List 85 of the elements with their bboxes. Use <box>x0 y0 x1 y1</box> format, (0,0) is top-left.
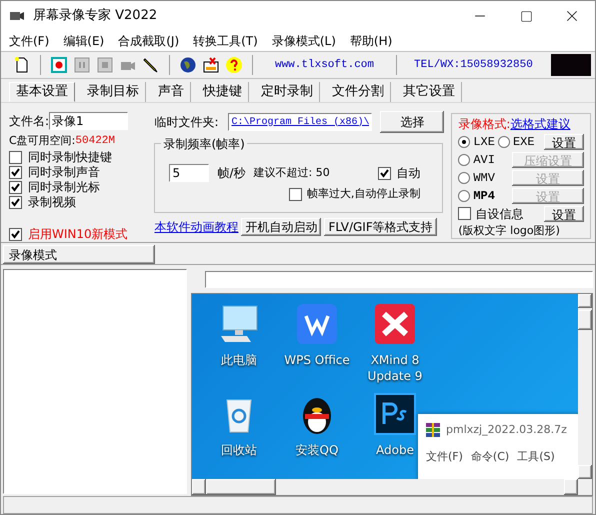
document-app-icon <box>295 302 339 346</box>
menu-item[interactable]: 合成截取(J) <box>118 32 180 50</box>
menu-item[interactable]: 文件(F) <box>9 32 50 50</box>
checkbox[interactable] <box>288 188 302 201</box>
tutorial-link[interactable]: 本软件动画教程 <box>154 218 238 236</box>
tab[interactable]: 定时录制 <box>255 82 320 102</box>
contact-text: TEL/WX:15058932850 <box>414 58 533 73</box>
pause-icon[interactable] <box>73 56 91 74</box>
button[interactable]: 设置 <box>544 134 584 150</box>
desktop-icon-label: Adobe <box>376 442 414 458</box>
checkbox-label: 同时录制声音 <box>28 164 100 181</box>
help-icon[interactable] <box>225 56 243 74</box>
temp-folder-label: 临时文件夹: <box>154 114 220 131</box>
checkbox-label: 帧率过大,自动停止录制 <box>306 186 420 202</box>
menu-item[interactable]: 帮助(H) <box>350 32 392 50</box>
checkbox-label: 自设信息 <box>475 206 524 222</box>
tab[interactable]: 其它设置 <box>397 82 462 102</box>
film-camera-icon <box>9 9 25 23</box>
tab[interactable]: 文件分割 <box>326 82 391 102</box>
checkbox[interactable] <box>378 166 392 180</box>
radio-button[interactable] <box>458 172 470 184</box>
tab[interactable]: 录像模式 <box>3 245 155 264</box>
checkbox-label: 自动 <box>396 165 420 182</box>
picture-icon[interactable] <box>202 56 220 74</box>
cross-app-icon <box>373 302 417 346</box>
radio-button[interactable] <box>458 190 470 202</box>
format-title: 录像格式: <box>458 116 510 133</box>
image-editor-icon <box>373 392 417 436</box>
checkbox[interactable] <box>9 228 22 240</box>
desktop-icon-label: WPS Office <box>284 352 350 368</box>
checkbox-label: 同时录制光标 <box>28 179 100 196</box>
button[interactable]: 开机自动启动 <box>241 218 322 236</box>
website-text: www.tlxsoft.com <box>274 58 376 73</box>
globe-icon[interactable] <box>179 56 197 74</box>
group-title: 录制频率(帧率) <box>161 135 247 153</box>
tab[interactable]: 基本设置 <box>9 82 75 102</box>
checkbox-label: 录制视频 <box>28 194 76 211</box>
format-label: AVI <box>473 152 495 168</box>
hint-text: 建议不超过: 50 <box>254 164 330 181</box>
archive-icon <box>426 423 440 438</box>
menu-item[interactable]: 录像模式(L) <box>272 32 336 50</box>
radio-button[interactable] <box>498 136 510 148</box>
menu-item[interactable]: 编辑(E) <box>63 32 104 50</box>
tab[interactable]: 快捷键 <box>197 82 249 102</box>
temp-folder-field[interactable]: C:\Program Files (x86)\ <box>228 113 372 131</box>
archive-window-title: pmlxzj_2022.03.28.7z <box>446 422 567 438</box>
button[interactable]: 选择 <box>380 111 444 133</box>
button[interactable]: 设置 <box>544 206 584 222</box>
button[interactable]: FLV/GIF等格式支持 <box>324 218 437 236</box>
custom-info-note: (版权文字 logo图形) <box>458 223 561 239</box>
unit-label: 帧/秒 <box>217 165 246 182</box>
radio-button[interactable] <box>458 154 470 166</box>
menu-item[interactable]: 转换工具(T) <box>193 32 258 50</box>
checkbox[interactable] <box>9 166 22 178</box>
menu-item[interactable]: 命令(C) <box>470 448 510 465</box>
radio-button[interactable] <box>458 136 470 148</box>
checkbox[interactable] <box>9 196 22 208</box>
filename-label: 文件名: <box>9 113 50 130</box>
checkbox-label: 启用WIN10新模式 <box>28 226 128 243</box>
tab[interactable]: 声音 <box>152 82 191 102</box>
format-label: WMV <box>473 170 495 186</box>
desktop-icon-label: 安装QQ <box>296 442 338 458</box>
checkbox[interactable] <box>458 207 472 220</box>
vertical-scrollbar[interactable] <box>578 294 592 480</box>
menu-item[interactable]: 工具(S) <box>517 448 555 465</box>
desktop-icon-label: 此电脑 <box>221 352 257 368</box>
format-label: MP4 <box>473 188 495 204</box>
disk-space-value: 50422M <box>75 134 115 149</box>
frame-rate-field[interactable]: 5 <box>169 164 210 182</box>
disk-space-label: C盘可用空间: <box>9 132 76 149</box>
checkbox[interactable] <box>9 180 22 194</box>
checkbox-label: 同时录制快捷键 <box>28 149 112 166</box>
format-label: EXE <box>512 134 535 150</box>
desktop-icon-label: XMind 8 Update 9 <box>366 352 424 384</box>
checkbox[interactable] <box>9 150 22 164</box>
window-title: 屏幕录像专家 V2022 <box>33 7 158 26</box>
desktop-icon-label: 回收站 <box>221 442 257 458</box>
record-icon[interactable] <box>50 56 68 74</box>
filename-field[interactable]: 录像1 <box>49 112 128 130</box>
menu-item[interactable]: 文件(F) <box>426 448 463 465</box>
pen-icon[interactable] <box>142 56 160 74</box>
tab[interactable]: 录制目标 <box>81 82 146 102</box>
format-label: LXE <box>473 134 495 150</box>
format-suggest-link[interactable]: 选格式建议 <box>510 115 570 133</box>
preview-swatch <box>551 54 591 76</box>
